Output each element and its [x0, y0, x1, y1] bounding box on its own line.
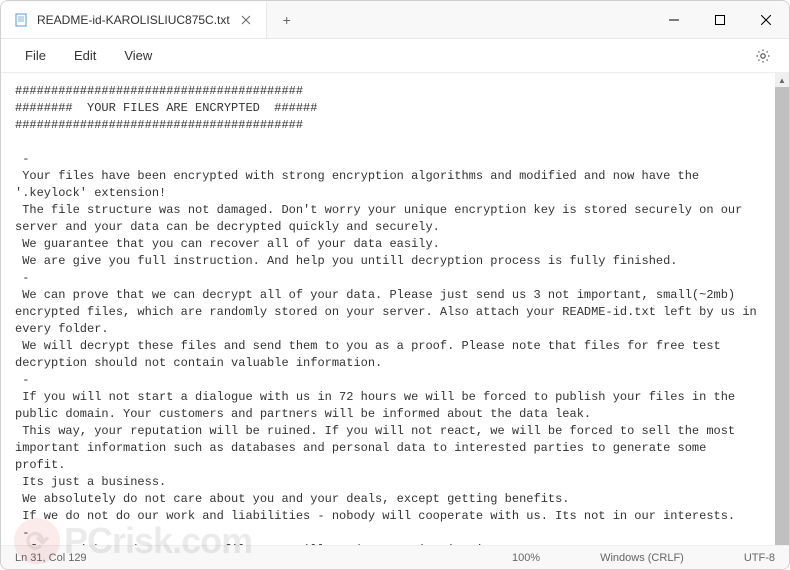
editor-area: ########################################… [1, 73, 789, 545]
vertical-scrollbar[interactable]: ▲ [775, 73, 789, 545]
tab-title: README-id-KAROLISLIUC875C.txt [37, 13, 230, 27]
status-bar: Ln 31, Col 129 100% Windows (CRLF) UTF-8 [1, 545, 789, 569]
close-button[interactable] [743, 1, 789, 39]
new-tab-button[interactable]: + [267, 2, 307, 38]
minimize-button[interactable] [651, 1, 697, 39]
maximize-button[interactable] [697, 1, 743, 39]
zoom-level[interactable]: 100% [512, 552, 540, 564]
file-tab[interactable]: README-id-KAROLISLIUC875C.txt [1, 2, 267, 38]
menu-file[interactable]: File [13, 44, 58, 67]
scroll-thumb[interactable] [775, 87, 789, 545]
file-icon [13, 12, 29, 28]
tab-close-button[interactable] [238, 12, 254, 28]
window-controls [651, 1, 789, 39]
notepad-window: README-id-KAROLISLIUC875C.txt + [0, 0, 790, 570]
line-ending[interactable]: Windows (CRLF) [600, 552, 684, 564]
title-bar: README-id-KAROLISLIUC875C.txt + [1, 1, 789, 39]
menu-edit[interactable]: Edit [62, 44, 108, 67]
gear-icon [755, 48, 771, 64]
scroll-up-arrow[interactable]: ▲ [775, 73, 789, 87]
cursor-position: Ln 31, Col 129 [15, 552, 472, 564]
settings-button[interactable] [749, 42, 777, 70]
text-editor[interactable]: ########################################… [1, 73, 775, 545]
encoding[interactable]: UTF-8 [744, 552, 775, 564]
menu-view[interactable]: View [112, 44, 164, 67]
menu-bar: File Edit View [1, 39, 789, 73]
